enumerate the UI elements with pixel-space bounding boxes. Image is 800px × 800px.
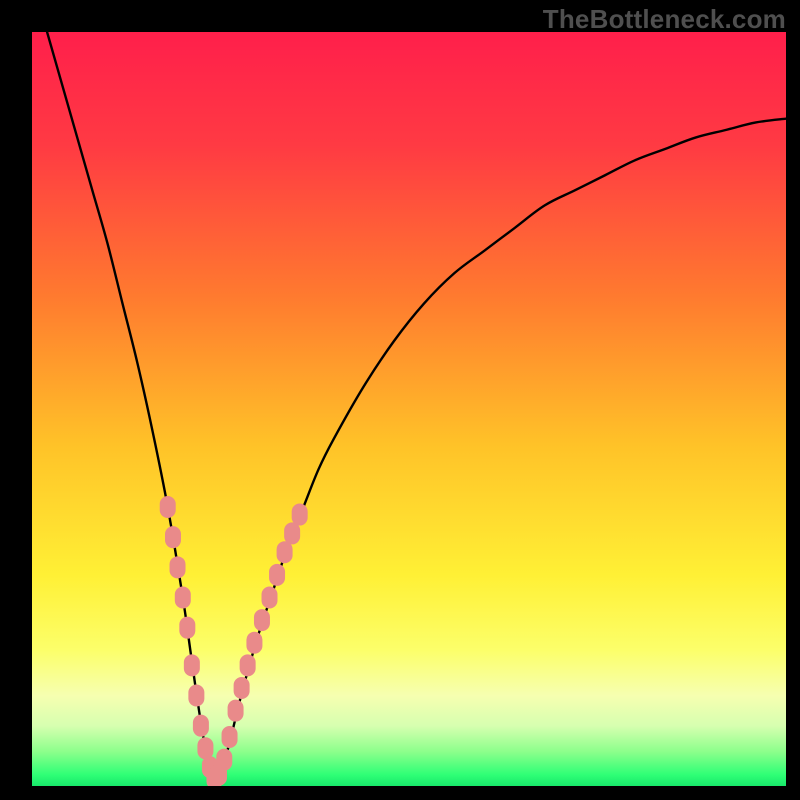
marker-bead — [228, 700, 244, 722]
marker-bead — [170, 556, 186, 578]
marker-bead — [165, 526, 181, 548]
marker-bead — [216, 749, 232, 771]
marker-bead — [246, 632, 262, 654]
marker-bead — [193, 715, 209, 737]
marker-bead — [222, 726, 238, 748]
marker-bead — [277, 541, 293, 563]
marker-bead — [284, 522, 300, 544]
marker-bead — [254, 609, 270, 631]
marker-bead — [179, 617, 195, 639]
chart-svg — [32, 32, 786, 786]
outer-frame: TheBottleneck.com — [0, 0, 800, 800]
marker-bead — [160, 496, 176, 518]
marker-bead — [175, 587, 191, 609]
watermark-text: TheBottleneck.com — [543, 4, 786, 35]
marker-bead — [197, 737, 213, 759]
marker-bead — [292, 504, 308, 526]
marker-bead — [269, 564, 285, 586]
marker-bead — [234, 677, 250, 699]
plot-area — [32, 32, 786, 786]
marker-bead — [240, 654, 256, 676]
marker-bead — [184, 654, 200, 676]
marker-bead — [262, 587, 278, 609]
marker-bead — [188, 685, 204, 707]
